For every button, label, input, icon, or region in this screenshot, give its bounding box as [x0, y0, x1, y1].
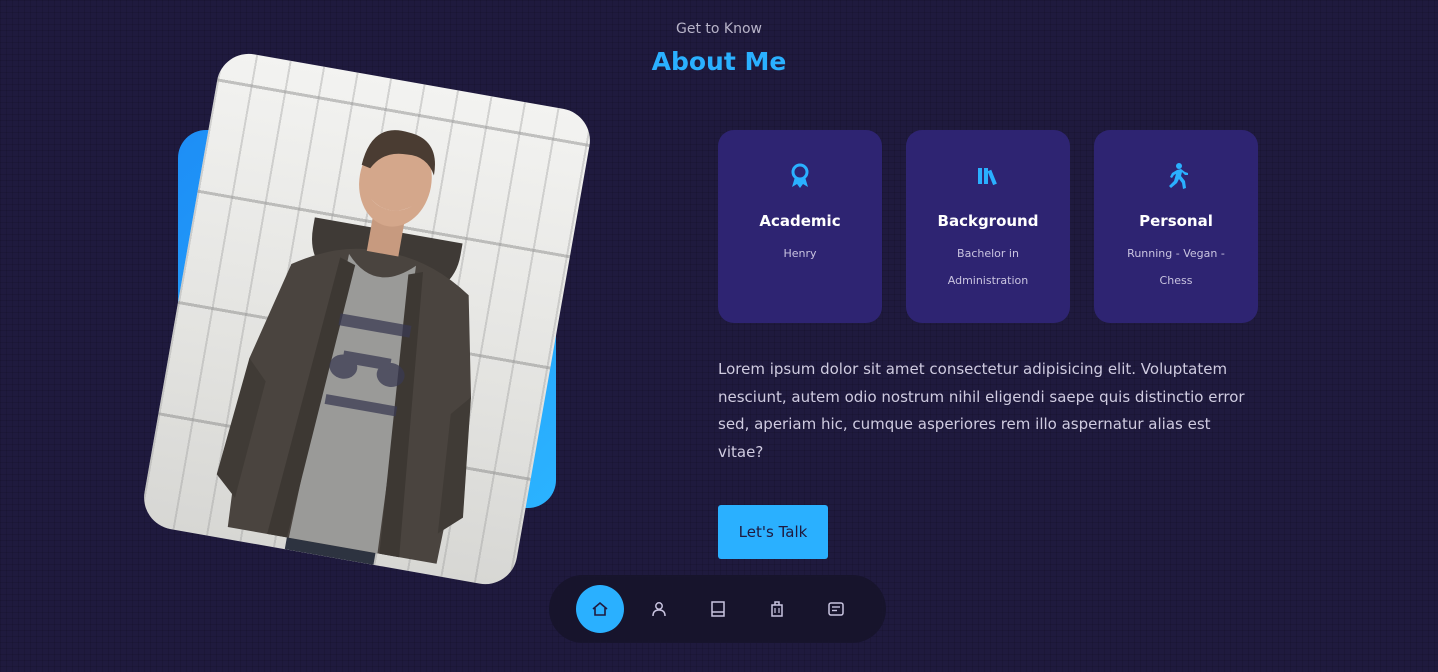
card-academic: Academic Henry	[718, 130, 882, 323]
card-text: Bachelor in Administration	[947, 247, 1029, 287]
section-title: About Me	[651, 47, 787, 76]
nav-services-button[interactable]	[753, 585, 801, 633]
card-title: Academic	[759, 212, 841, 230]
lets-talk-button[interactable]: Let's Talk	[718, 505, 828, 559]
home-icon	[592, 601, 608, 616]
profile-photo	[139, 48, 595, 590]
books-icon	[978, 168, 997, 186]
card-title: Background	[937, 212, 1039, 230]
nav-contact-button[interactable]	[812, 585, 860, 633]
card-text: Running - Vegan - Chess	[1127, 247, 1225, 287]
briefcase-icon	[771, 601, 783, 617]
user-icon	[652, 602, 666, 617]
bottom-nav	[549, 575, 886, 643]
message-icon	[828, 602, 844, 616]
card-background: Background Bachelor in Administration	[906, 130, 1070, 323]
card-title: Personal	[1139, 212, 1213, 230]
book-icon	[711, 601, 725, 617]
person-figure	[216, 130, 471, 569]
section-subtitle: Get to Know	[676, 21, 762, 37]
bio-text: Lorem ipsum dolor sit amet consectetur a…	[718, 360, 1245, 461]
section-header: Get to Know About Me	[0, 20, 1438, 78]
running-icon	[1169, 163, 1188, 189]
award-icon	[791, 163, 809, 188]
nav-about-button[interactable]	[635, 585, 683, 633]
nav-experience-button[interactable]	[694, 585, 742, 633]
card-personal: Personal Running - Vegan - Chess	[1094, 130, 1258, 323]
nav-home-button[interactable]	[576, 585, 624, 633]
card-text: Henry	[783, 247, 817, 260]
